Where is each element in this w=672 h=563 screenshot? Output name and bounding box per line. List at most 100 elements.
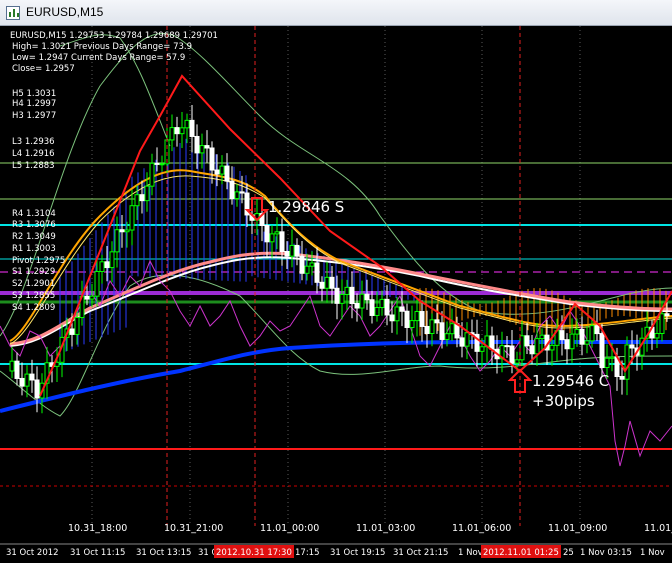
candle-body — [314, 262, 320, 283]
date-axis-label: 31 Oct 21:15 — [393, 548, 448, 558]
candle-body — [429, 319, 435, 335]
candle-body — [104, 261, 110, 269]
candle-body — [299, 255, 305, 274]
candle-body — [589, 325, 595, 342]
candle-body — [84, 295, 90, 300]
candle-body — [174, 127, 180, 135]
close-price-label: 1.29546 C — [532, 372, 609, 390]
candle-body — [404, 310, 410, 328]
candle-body — [354, 303, 360, 309]
candle-body — [264, 225, 270, 243]
candle-body — [14, 360, 20, 379]
candle-body — [369, 299, 375, 316]
level-label: R1 1.3003 — [12, 244, 56, 254]
time-axis-label: 11.01_09:00 — [548, 523, 607, 534]
candle-body — [119, 229, 125, 233]
candle-body — [234, 191, 240, 200]
candle-body — [654, 332, 660, 339]
candle-body — [529, 345, 535, 355]
candle-body — [519, 335, 525, 361]
date-axis-label: 31 Oct 2012 — [6, 548, 59, 558]
candle-body — [194, 135, 200, 154]
info-line-2: High= 1.3021 Previous Days Range= 73.9 — [12, 42, 192, 52]
candle-body — [34, 379, 40, 399]
candle-body — [144, 185, 150, 202]
candle-body — [74, 317, 80, 335]
candle-body — [359, 293, 365, 309]
candle-body — [379, 298, 385, 309]
candle-body — [584, 340, 590, 345]
level-label: H3 1.2977 — [12, 111, 56, 121]
date-axis-label: 1 Nov 03:15 — [580, 548, 632, 558]
candle-body — [414, 311, 420, 322]
date-axis: 31 Oct 2012 31 Oct 11:15 31 Oct 13:15 31 Oc… — [0, 543, 672, 559]
candle-body — [664, 313, 670, 317]
candle-body — [574, 328, 580, 335]
candle-body — [389, 314, 395, 322]
candle-body — [114, 229, 120, 253]
candle-body — [304, 265, 310, 274]
candle-body — [489, 335, 495, 350]
candle-body — [274, 231, 280, 235]
candle-body — [9, 360, 15, 372]
candle-body — [289, 244, 295, 257]
candle-body — [419, 311, 425, 327]
pips-label: +30pips — [532, 392, 595, 410]
candle-body — [159, 163, 165, 166]
candle-body — [179, 127, 185, 135]
candle-body — [154, 162, 160, 165]
candle-body — [424, 325, 430, 335]
candle-body — [169, 127, 175, 141]
candle-body — [124, 229, 130, 233]
time-markers — [166, 26, 521, 526]
candle-body — [329, 276, 335, 289]
candle-body — [339, 293, 345, 304]
candle-body — [319, 281, 325, 289]
candle-body — [539, 334, 545, 340]
price-chart[interactable]: EURUSD,M15 1.29753 1.29784 1.29689 1.297… — [0, 26, 672, 559]
level-label: H5 1.3031 — [12, 89, 56, 99]
candle-body — [564, 339, 570, 350]
candle-body — [479, 346, 485, 352]
candle-body — [214, 169, 220, 175]
candle-body — [384, 298, 390, 316]
candle-body — [604, 357, 610, 369]
candle-body — [534, 338, 540, 355]
candle-body — [19, 377, 25, 387]
level-label: R3 1.3076 — [12, 220, 56, 230]
candle-body — [99, 261, 105, 273]
level-label: L4 1.2916 — [12, 149, 55, 159]
level-label: L3 1.2936 — [12, 137, 55, 147]
candle-body — [549, 344, 555, 351]
candle-body — [609, 356, 615, 359]
level-label: S2 1.2901 — [12, 279, 55, 289]
candle-body — [149, 162, 155, 187]
window-titlebar[interactable]: EURUSD,M15 — [0, 0, 672, 26]
candle-body — [629, 344, 635, 349]
candle-body — [94, 271, 100, 297]
candle-body — [459, 337, 465, 347]
sell-label: 1.29846 S — [268, 198, 344, 216]
candle-body — [324, 276, 330, 289]
candle-body — [579, 328, 585, 345]
candle-body — [209, 147, 215, 171]
time-axis-label: 10.31_18:00 — [68, 523, 127, 534]
date-axis-label: 31 Oct 11:15 — [70, 548, 125, 558]
candle-body — [279, 231, 285, 253]
candle-body — [659, 313, 665, 334]
time-axis-label: 11.01_00:00 — [260, 523, 319, 534]
time-axis-label: 11.01_06:00 — [452, 523, 511, 534]
candle-body — [444, 333, 450, 340]
candle-body — [139, 194, 145, 202]
candle-body — [199, 145, 205, 154]
level-label: S3 1.2855 — [12, 291, 55, 301]
level-label: L5 1.2883 — [12, 161, 55, 171]
candle-body — [624, 344, 630, 380]
candle-body — [559, 330, 565, 341]
date-highlight-1-text: 2012.10.31 17:30 — [216, 548, 292, 558]
candle-body — [29, 373, 35, 381]
candle-body — [394, 306, 400, 322]
chart-canvas[interactable]: EURUSD,M15 1.29753 1.29784 1.29689 1.297… — [0, 26, 672, 559]
candle-body — [464, 332, 470, 347]
candle-body — [24, 373, 30, 387]
